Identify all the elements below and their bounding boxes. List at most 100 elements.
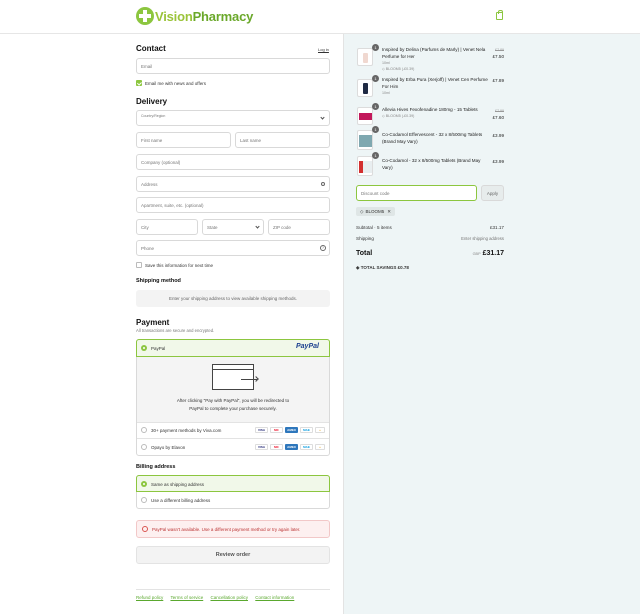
billing-title: Billing address: [136, 464, 176, 470]
payment-subtitle: All transactions are secure and encrypte…: [136, 328, 215, 333]
applied-code-tag: ◇ BLOOM5 ✕: [356, 207, 396, 216]
quantity-badge: 1: [372, 75, 379, 82]
error-message: PayPal wasn't available. Use a different…: [152, 527, 301, 532]
brand-name: VisionPharmacy: [155, 8, 254, 24]
quantity-badge: 1: [372, 44, 379, 51]
first-name-input[interactable]: First name: [136, 132, 231, 148]
total-savings-row: ◈ TOTAL SAVINGS £0.78: [356, 265, 409, 270]
tag-icon: ◇: [360, 208, 364, 214]
city-input[interactable]: City: [136, 219, 198, 235]
item-title: Inspired by Delina (Parfums de Marly) | …: [382, 47, 486, 59]
item-variant: 10ml: [382, 91, 390, 95]
terms-link[interactable]: Terms of service: [170, 595, 203, 600]
quantity-badge: 1: [372, 152, 379, 159]
quantity-badge: 1: [372, 103, 379, 110]
order-summary-panel: [343, 34, 640, 614]
chevron-down-icon: [255, 224, 260, 229]
item-variant: 10ml: [382, 61, 390, 65]
visa-logo: VISA: [255, 444, 268, 450]
refund-policy-link[interactable]: Refund policy: [136, 595, 163, 600]
error-icon: [142, 526, 148, 532]
apply-button[interactable]: Apply: [481, 185, 504, 201]
item-price: £3.99: [492, 159, 505, 164]
redirect-text-1: After clicking "Pay with PayPal", you wi…: [176, 398, 290, 403]
search-icon: [321, 182, 325, 186]
shipping-method-message: Enter your shipping address to view avai…: [136, 290, 330, 307]
brand-logo[interactable]: VisionPharmacy: [136, 7, 253, 25]
save-info-label: Save this information for next time: [145, 263, 214, 268]
billing-same-label: Same as shipping address: [151, 482, 205, 487]
divider: [137, 438, 329, 439]
cancellation-link[interactable]: Cancellation policy: [210, 595, 248, 600]
product-thumbnail: [357, 107, 373, 125]
item-old-price: £7.99: [495, 109, 504, 113]
redirect-text-2: PayPal to complete your purchase securel…: [189, 406, 277, 411]
save-info-checkbox[interactable]: [136, 262, 142, 268]
total-row: Total GBP £31.17: [356, 250, 504, 257]
product-thumbnail: [357, 130, 373, 150]
product-thumbnail: [357, 79, 373, 97]
discount-code-input[interactable]: Discount code: [356, 185, 477, 201]
last-name-input[interactable]: Last name: [235, 132, 330, 148]
news-checkbox[interactable]: [136, 80, 142, 86]
paypal-radio[interactable]: [141, 345, 147, 351]
divider: [137, 422, 329, 423]
item-title: Inspired by Erba Pura (Xerjoff) | Venet …: [382, 77, 488, 89]
item-price: £7.89: [492, 78, 505, 83]
paypal-label: PayPal: [151, 346, 166, 351]
chevron-down-icon: [320, 115, 325, 120]
address-input[interactable]: Address: [136, 176, 330, 192]
state-select[interactable]: State: [202, 219, 264, 235]
visa-logo: VISA: [255, 427, 268, 433]
maestro-logo: MAE: [300, 444, 313, 450]
viva-radio[interactable]: [141, 427, 147, 433]
footer-divider: [136, 589, 330, 590]
shopping-bag-icon[interactable]: [496, 10, 503, 20]
zip-input[interactable]: ZIP code: [268, 219, 330, 235]
product-thumbnail: [357, 156, 373, 176]
apartment-input[interactable]: Apartment, suite, etc. (optional): [136, 197, 330, 213]
mastercard-logo: MC: [270, 427, 283, 433]
more-cards-logo: +: [315, 444, 325, 450]
review-order-button[interactable]: Review order: [136, 546, 330, 564]
remove-code-icon[interactable]: ✕: [387, 209, 391, 215]
mastercard-logo: MC: [270, 444, 283, 450]
paypal-logo: PayPal: [296, 343, 319, 350]
help-icon[interactable]: ?: [320, 245, 326, 251]
billing-different-label[interactable]: Use a different billing address: [151, 498, 210, 503]
item-price: £7.60: [492, 115, 505, 120]
country-select[interactable]: Country/Region: [136, 110, 330, 126]
item-title: Allevia Hives Fexofenadine 180mg - 15 Ta…: [382, 107, 478, 112]
subtotal-row: Subtotal · 5 items £31.17: [356, 225, 504, 230]
maestro-logo: MAE: [300, 427, 313, 433]
tag-icon: ◈: [356, 265, 360, 270]
item-title: Co-Codamol - 32 x 8/500mg Tablets (Brand…: [382, 158, 481, 170]
contact-title: Contact: [136, 44, 166, 53]
email-input[interactable]: Email: [136, 58, 330, 74]
payment-title: Payment: [136, 318, 170, 327]
item-price: £3.99: [492, 133, 505, 138]
delivery-title: Delivery: [136, 97, 168, 106]
item-price: £7.50: [492, 54, 505, 59]
phone-input[interactable]: Phone ?: [136, 240, 330, 256]
billing-same-radio[interactable]: [141, 481, 147, 487]
company-input[interactable]: Company (optional): [136, 154, 330, 170]
login-link[interactable]: Log in: [318, 47, 329, 52]
viva-label[interactable]: 30+ payment methods by Viva.com: [151, 428, 221, 433]
item-old-price: £7.89: [495, 48, 504, 52]
opayo-label[interactable]: Opayo by Elavon: [151, 445, 185, 450]
header: VisionPharmacy: [0, 0, 640, 34]
quantity-badge: 1: [372, 126, 379, 133]
billing-different-radio[interactable]: [141, 497, 147, 503]
product-thumbnail: [357, 48, 373, 66]
more-cards-logo: +: [315, 427, 325, 433]
item-title: Co-Codamol Effervescent - 32 x 8/500mg T…: [382, 132, 483, 144]
browser-redirect-icon: [212, 364, 259, 390]
footer-links: Refund policy Terms of service Cancellat…: [136, 595, 300, 600]
item-discount: ◇ BLOOM5 (-£0.39): [382, 114, 415, 118]
opayo-radio[interactable]: [141, 444, 147, 450]
amex-logo: AMEX: [285, 427, 298, 433]
shipping-method-title: Shipping method: [136, 278, 181, 284]
news-label: Email me with news and offers: [145, 81, 206, 86]
contact-info-link[interactable]: Contact information: [255, 595, 294, 600]
